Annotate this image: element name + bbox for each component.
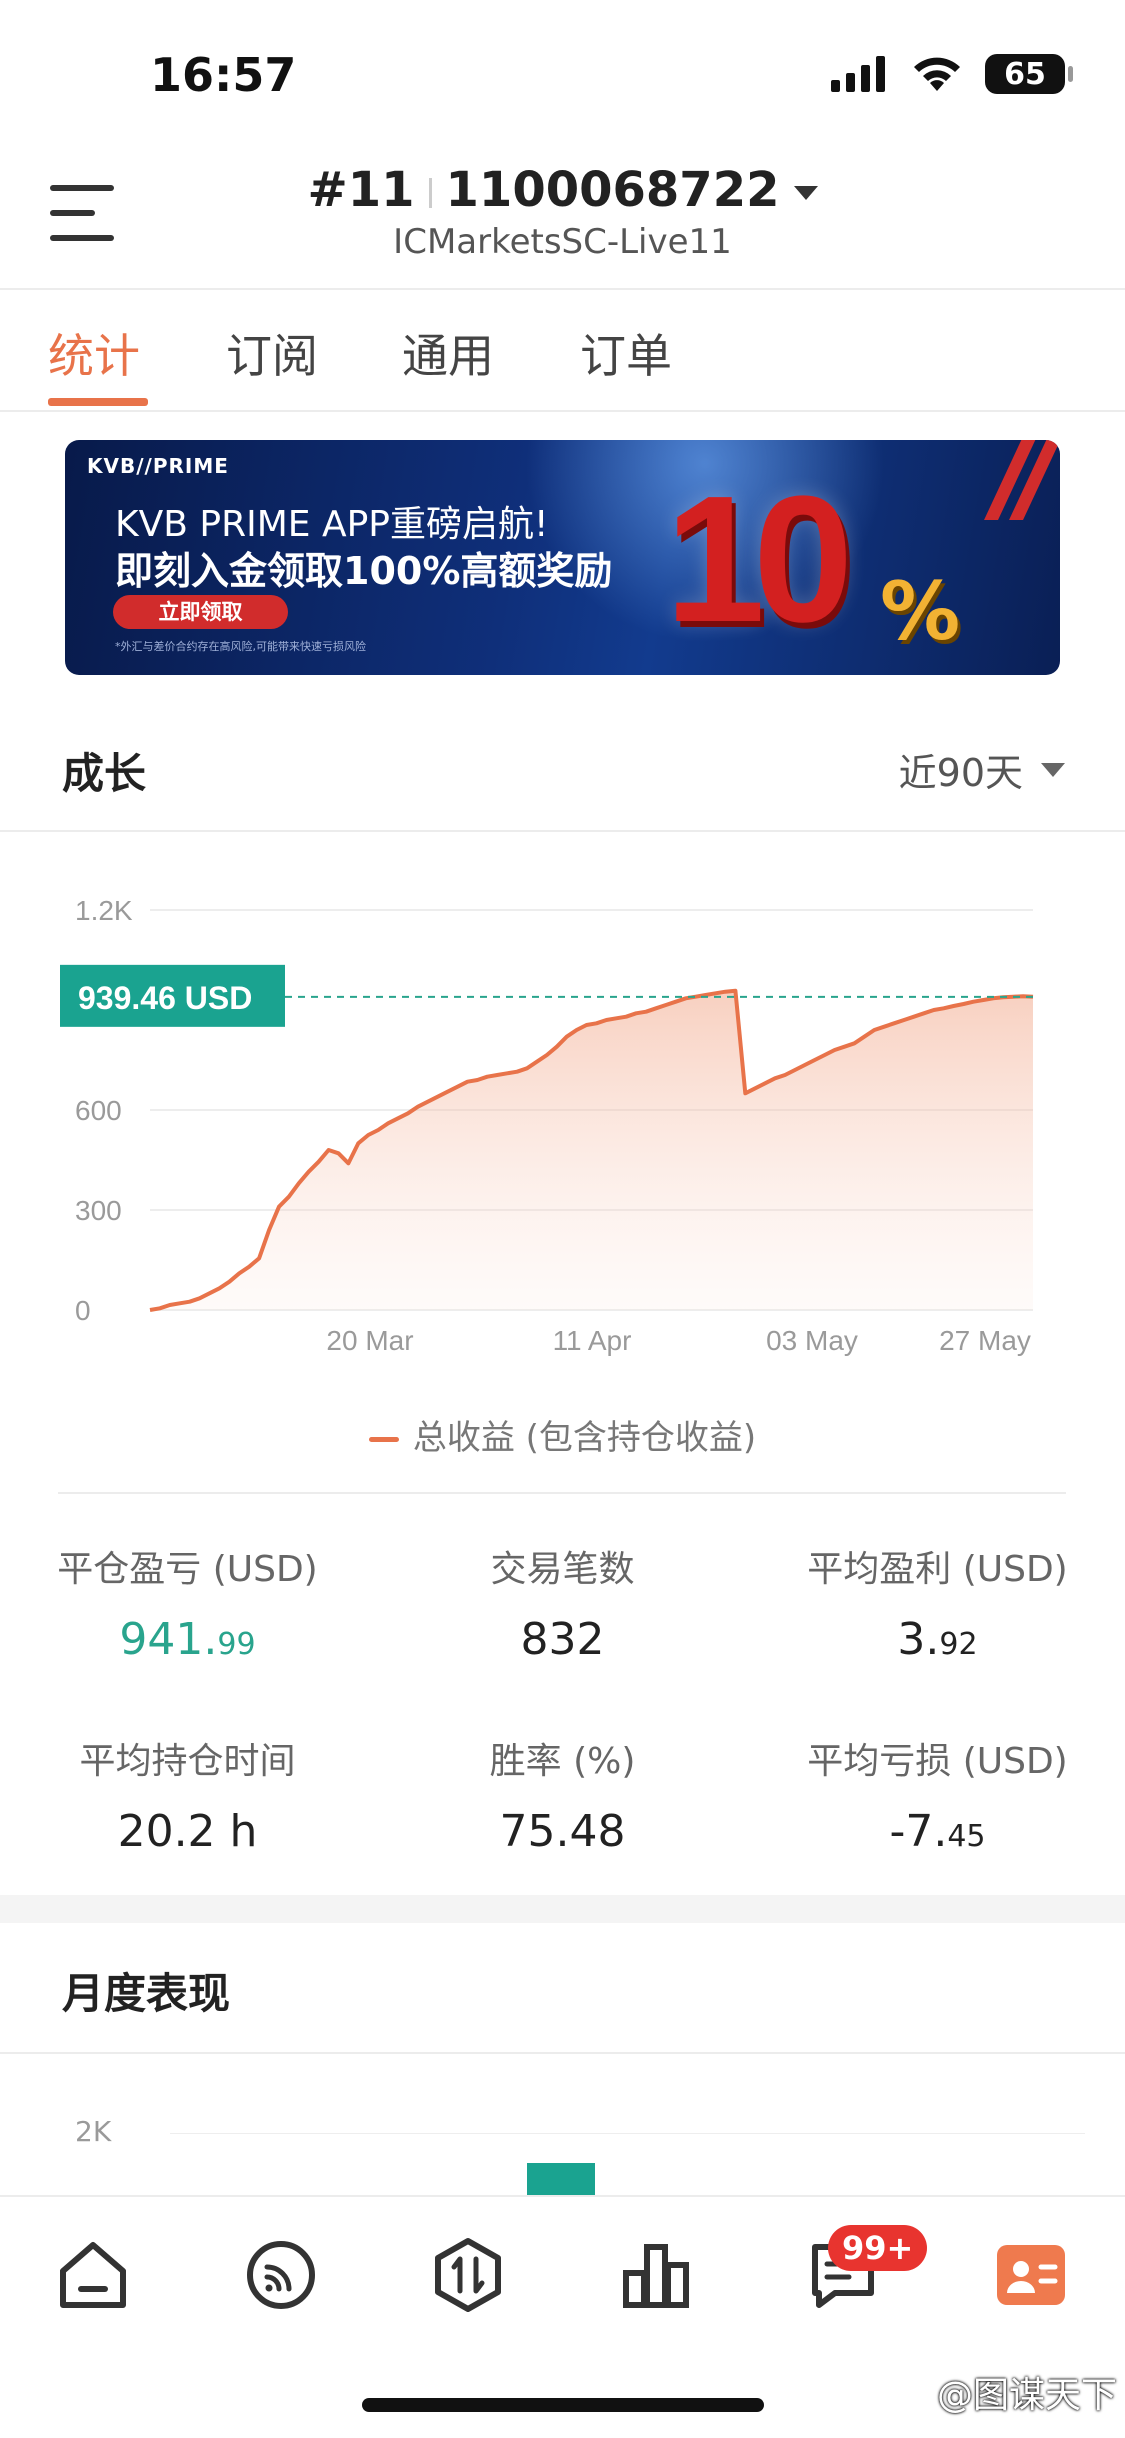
divider <box>0 2052 1125 2054</box>
stat-value: -7.45 <box>750 1806 1125 1857</box>
profile-icon[interactable] <box>993 2237 1069 2313</box>
banner-disclaimer: *外汇与差价合约存在高风险,可能带来快速亏损风险 <box>115 640 366 653</box>
tab-stats[interactable]: 统计 <box>48 320 140 386</box>
stat-avg-profit: 平均盈利 (USD) 3.92 <box>750 1540 1125 1665</box>
server-name: ICMarketsSC-Live11 <box>393 222 732 262</box>
home-icon[interactable] <box>55 2237 131 2313</box>
growth-area <box>150 990 1033 1310</box>
stat-label: 交易笔数 <box>490 1549 635 1590</box>
period-label: 近90天 <box>898 751 1023 795</box>
tab-subscribe[interactable]: 订阅 <box>226 320 318 386</box>
monthly-gridline <box>170 2133 1085 2134</box>
stat-int: 3. <box>897 1614 940 1665</box>
chart-y-tick: 300 <box>75 1195 122 1226</box>
monthly-bar <box>527 2163 595 2195</box>
banner-subheadline: 即刻入金领取100%高额奖励 <box>115 549 613 593</box>
stat-label: 平仓盈亏 (USD) <box>57 1549 318 1590</box>
tab-general[interactable]: 通用 <box>402 320 494 386</box>
stat-win-rate: 胜率 (%) 75.48 <box>375 1732 750 1857</box>
stat-label: 平均亏损 (USD) <box>807 1741 1068 1782</box>
chart-icon[interactable] <box>618 2237 694 2313</box>
monthly-y-tick: 2K <box>75 2115 112 2148</box>
banner-big-number: 10 <box>665 459 853 660</box>
account-number: 1100068722 <box>445 162 780 218</box>
tab-orders[interactable]: 订单 <box>580 320 672 386</box>
signal-icon <box>831 56 885 92</box>
stat-value: 3.92 <box>750 1614 1125 1665</box>
chart-y-tick: 1.2K <box>75 895 133 926</box>
stat-value: 832 <box>375 1614 750 1665</box>
divider <box>0 410 1125 412</box>
account-index: #11 <box>307 162 415 218</box>
tab-bar: 统计 订阅 通用 订单 <box>0 290 1125 410</box>
separator <box>428 178 432 208</box>
current-value-badge: 939.46 USD <box>60 964 285 1027</box>
chevron-down-icon <box>793 186 818 200</box>
stat-avg-hold-time: 平均持仓时间 20.2 h <box>0 1732 375 1857</box>
chart-y-tick: 0 <box>75 1295 91 1326</box>
section-gap <box>0 1895 1125 1923</box>
period-selector[interactable]: 近90天 <box>899 742 1065 797</box>
stat-trade-count: 交易笔数 832 <box>375 1540 750 1665</box>
divider <box>0 830 1125 832</box>
home-indicator <box>362 2398 764 2412</box>
account-selector[interactable]: #11 1100068722 <box>0 162 1125 218</box>
current-value-text: 939.46 USD <box>78 980 252 1016</box>
chart-x-tick: 27 May <box>939 1325 1031 1356</box>
stat-dec: 92 <box>939 1627 978 1662</box>
legend-swatch <box>368 1437 399 1442</box>
stat-value: 75.48 <box>375 1806 750 1857</box>
chevron-down-icon <box>1041 762 1065 777</box>
banner-logo: KVB//PRIME <box>87 454 229 478</box>
monthly-title: 月度表现 <box>62 1969 231 2018</box>
battery-icon: 65 <box>985 54 1073 94</box>
stat-label: 胜率 (%) <box>489 1741 636 1782</box>
active-tab-indicator <box>48 398 148 406</box>
chart-x-tick: 20 Mar <box>326 1325 413 1356</box>
message-badge: 99+ <box>828 2225 928 2271</box>
stat-label: 平均盈利 (USD) <box>807 1549 1068 1590</box>
promo-banner[interactable]: KVB//PRIME KVB PRIME APP重磅启航! 即刻入金领取100%… <box>65 440 1060 675</box>
chart-x-tick: 03 May <box>766 1325 858 1356</box>
chart-legend: 总收益 (包含持仓收益) <box>0 1410 1125 1459</box>
stat-int: 832 <box>520 1614 605 1665</box>
feed-icon[interactable] <box>243 2237 319 2313</box>
banner-percent: % <box>880 565 961 658</box>
stat-int: 20.2 h <box>117 1806 258 1857</box>
chart-y-tick: 600 <box>75 1095 122 1126</box>
stat-label: 平均持仓时间 <box>79 1741 296 1782</box>
status-icons: 65 <box>831 52 1073 96</box>
growth-title: 成长 <box>62 749 147 798</box>
divider <box>58 1492 1066 1494</box>
trade-icon[interactable] <box>430 2237 506 2313</box>
stat-avg-loss: 平均亏损 (USD) -7.45 <box>750 1732 1125 1857</box>
wifi-icon <box>914 57 960 91</box>
stat-int: 941. <box>119 1614 218 1665</box>
stat-dec: 99 <box>217 1627 256 1662</box>
stat-int: -7. <box>889 1806 948 1857</box>
status-time: 16:57 <box>150 48 297 102</box>
legend-label: 总收益 (包含持仓收益) <box>412 1418 757 1458</box>
growth-chart: 1.2K 600 300 0 939.46 USD 20 Mar 11 Apr 03 Ma… <box>60 895 1034 1356</box>
stat-closed-pnl: 平仓盈亏 (USD) 941.99 <box>0 1540 375 1665</box>
stat-int: 75.48 <box>499 1806 626 1857</box>
banner-cta-button[interactable]: 立即领取 <box>113 595 288 629</box>
stat-value: 20.2 h <box>0 1806 375 1857</box>
watermark: @图谋天下 <box>936 2375 1117 2416</box>
stat-value: 941.99 <box>0 1614 375 1665</box>
stat-dec: 45 <box>947 1819 986 1854</box>
chart-x-tick: 11 Apr <box>553 1325 632 1356</box>
